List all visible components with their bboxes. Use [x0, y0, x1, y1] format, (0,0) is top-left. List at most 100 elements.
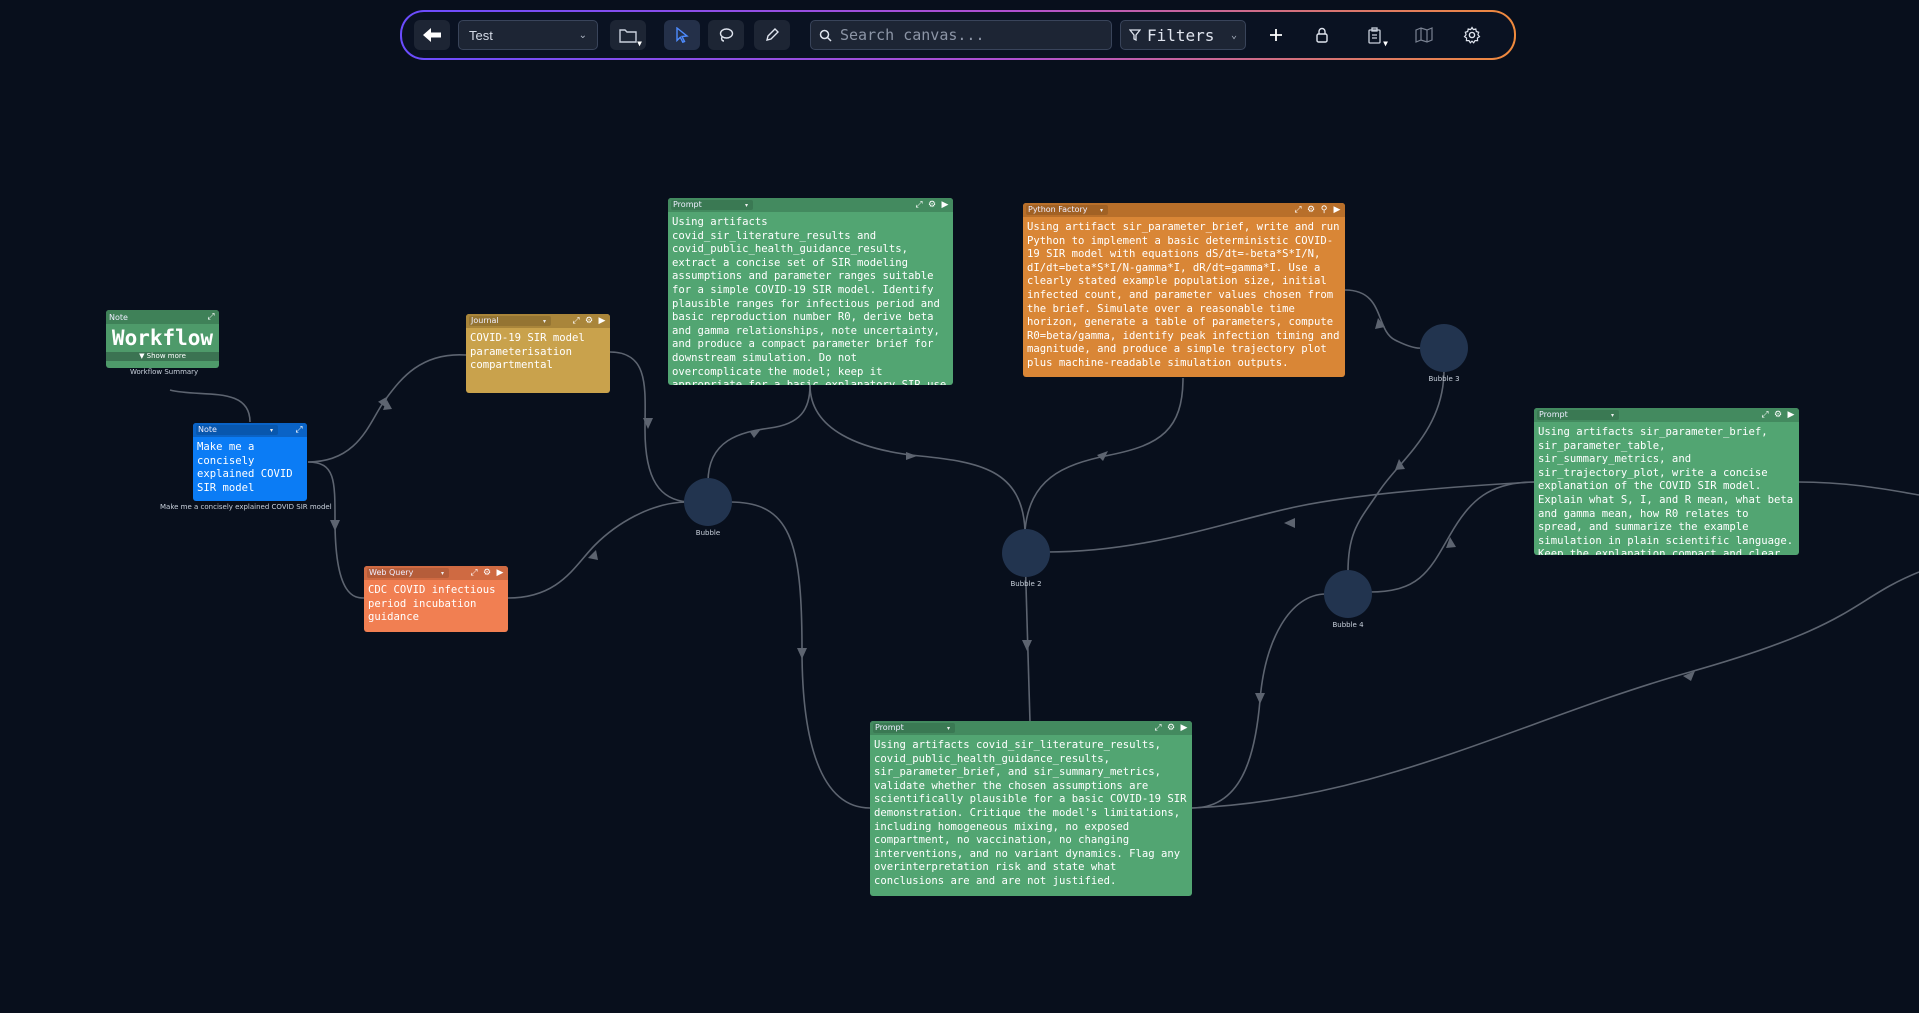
settings-button[interactable]: [1454, 20, 1490, 50]
user-note-caption: Make me a concisely explained COVID SIR …: [160, 503, 332, 511]
arrow-left-icon: [423, 28, 441, 42]
project-select[interactable]: Test ⌄: [458, 20, 598, 50]
expand-icon[interactable]: ⤢: [469, 568, 479, 578]
inspect-icon[interactable]: ⚲: [1319, 205, 1329, 215]
caret-down-icon: ▾: [947, 724, 951, 732]
node-header[interactable]: Journal ▾ ⤢ ⚙ ▶: [466, 314, 610, 328]
filter-icon: [1129, 29, 1141, 41]
node-body-text: Make me a concisely explained COVID SIR …: [197, 441, 293, 494]
gear-icon[interactable]: ⚙: [584, 316, 594, 326]
edge-bubble-to-prompt3: [729, 501, 871, 809]
edge-bubble-to-prompt1: [707, 384, 811, 483]
chevron-down-icon: ⌄: [1230, 29, 1237, 41]
select-tool-button[interactable]: [664, 20, 700, 50]
lock-icon: [1316, 27, 1328, 43]
expand-icon[interactable]: ⤢: [294, 425, 304, 435]
search-placeholder: Search canvas...: [840, 26, 985, 44]
expand-icon[interactable]: ⤢: [914, 200, 924, 210]
node-body-text: COVID-19 SIR model parameterisation comp…: [470, 332, 585, 372]
play-icon[interactable]: ▶: [1332, 205, 1342, 215]
lasso-tool-button[interactable]: [708, 20, 744, 50]
node-actions: ⤢ ⚙ ▶: [914, 200, 950, 210]
bubble-node-1[interactable]: [684, 478, 732, 526]
clipboard-button[interactable]: ▼: [1356, 20, 1392, 50]
show-more-toggle[interactable]: ▼ Show more: [106, 352, 219, 361]
caret-down-icon: ▾: [1100, 206, 1104, 214]
edge-prompt1-to-bubble2: [809, 384, 1026, 531]
gear-icon[interactable]: ⚙: [1306, 205, 1316, 215]
bubble-label-2: Bubble 2: [1010, 580, 1042, 588]
search-input[interactable]: Search canvas...: [810, 20, 1112, 50]
node-type-label: Prompt: [671, 200, 753, 210]
bubble-label-1: Bubble: [695, 529, 721, 537]
map-icon: [1415, 27, 1433, 43]
cursor-icon: [676, 27, 689, 43]
play-icon[interactable]: ▶: [495, 568, 505, 578]
node-header[interactable]: Python Factory ▾ ⤢ ⚙ ⚲ ▶: [1023, 203, 1345, 217]
filters-label: Filters: [1147, 25, 1215, 45]
caret-down-icon: ▼: [1383, 39, 1388, 48]
node-type-label: Journal: [469, 316, 551, 326]
bubble-node-4[interactable]: [1324, 570, 1372, 618]
play-icon[interactable]: ▶: [597, 316, 607, 326]
folder-icon: [619, 28, 637, 43]
python-factory-node[interactable]: Python Factory ▾ ⤢ ⚙ ⚲ ▶ Using artifact …: [1023, 203, 1345, 377]
node-header[interactable]: Prompt ▾ ⤢ ⚙ ▶: [668, 198, 953, 212]
edge-webquery-to-bubble: [507, 501, 689, 599]
play-icon[interactable]: ▶: [1179, 723, 1189, 733]
draw-tool-button[interactable]: [754, 20, 790, 50]
node-header[interactable]: Note ⤢: [106, 310, 219, 324]
gear-icon[interactable]: ⚙: [1773, 410, 1783, 420]
expand-icon[interactable]: ⤢: [1760, 410, 1770, 420]
user-note-node[interactable]: Note ▾ ⤢ Make me a concisely explained C…: [193, 423, 307, 501]
workflow-note-node[interactable]: Note ⤢ Workflow ▼ Show more: [106, 310, 219, 368]
gear-icon[interactable]: ⚙: [927, 200, 937, 210]
node-header[interactable]: Prompt ▾ ⤢ ⚙ ▶: [1534, 408, 1799, 422]
caret-down-icon: ▾: [441, 569, 445, 577]
expand-icon[interactable]: ⤢: [571, 316, 581, 326]
bubble-node-2[interactable]: [1002, 529, 1050, 577]
edge-bubble3-to-bubble4: [1347, 369, 1445, 573]
node-type-label: Note: [109, 312, 128, 322]
journal-node[interactable]: Journal ▾ ⤢ ⚙ ▶ COVID-19 SIR model param…: [466, 314, 610, 393]
play-icon[interactable]: ▶: [1786, 410, 1796, 420]
node-header[interactable]: Prompt ▾ ⤢ ⚙ ▶: [870, 721, 1192, 735]
node-body-text: CDC COVID infectious period incubation g…: [368, 584, 496, 624]
add-node-button[interactable]: [1258, 20, 1294, 50]
filters-dropdown[interactable]: Filters ⌄: [1120, 20, 1246, 50]
expand-icon[interactable]: ⤢: [1153, 723, 1163, 733]
map-view-button[interactable]: [1406, 20, 1442, 50]
expand-icon[interactable]: ⤢: [206, 312, 216, 322]
play-icon[interactable]: ▶: [940, 200, 950, 210]
chevron-down-icon: ⌄: [578, 29, 587, 41]
prompt-node-3[interactable]: Prompt ▾ ⤢ ⚙ ▶ Using artifacts covid_sir…: [870, 721, 1192, 896]
prompt-node-2[interactable]: Prompt ▾ ⤢ ⚙ ▶ Using artifacts sir_param…: [1534, 408, 1799, 555]
gear-icon[interactable]: ⚙: [1166, 723, 1176, 733]
node-type-label: Note: [196, 425, 278, 435]
web-query-node[interactable]: Web Query ▾ ⤢ ⚙ ▶ CDC COVID infectious p…: [364, 566, 508, 632]
bubble-node-3[interactable]: [1420, 324, 1468, 372]
node-type-label: Web Query: [367, 568, 449, 578]
edge-user-to-workflow: [169, 389, 251, 423]
workflow-title: Workflow: [111, 326, 214, 350]
lock-button[interactable]: [1304, 20, 1340, 50]
prompt-node-1[interactable]: Prompt ▾ ⤢ ⚙ ▶ Using artifacts covid_sir…: [668, 198, 953, 385]
node-body-text: Using artifact sir_parameter_brief, writ…: [1027, 221, 1340, 369]
bubble-label-4: Bubble 4: [1332, 621, 1364, 629]
node-actions: ⤢ ⚙ ▶: [1153, 723, 1189, 733]
back-button[interactable]: [414, 20, 450, 50]
open-folder-button[interactable]: ▼: [610, 20, 646, 50]
node-header[interactable]: Web Query ▾ ⤢ ⚙ ▶: [364, 566, 508, 580]
filters-label-group: Filters: [1129, 26, 1214, 45]
clipboard-icon: [1367, 26, 1381, 44]
node-body-text: Using artifacts covid_sir_literature_res…: [874, 739, 1187, 887]
gear-icon: [1463, 26, 1481, 44]
gear-icon[interactable]: ⚙: [482, 568, 492, 578]
expand-icon[interactable]: ⤢: [1293, 205, 1303, 215]
node-type-label: Python Factory: [1026, 205, 1108, 215]
caret-down-icon: ▾: [270, 426, 274, 434]
node-actions: ⤢: [294, 425, 304, 435]
node-header[interactable]: Note ▾ ⤢: [193, 423, 307, 437]
edge-bubble4-to-prompt2: [1369, 481, 1535, 593]
project-select-value: Test: [469, 27, 493, 43]
